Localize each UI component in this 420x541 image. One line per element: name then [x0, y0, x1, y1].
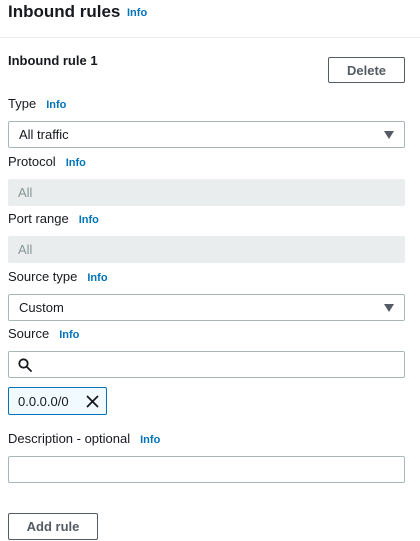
type-info-link[interactable]: Info	[46, 99, 66, 111]
type-select-value: All traffic	[19, 127, 69, 142]
port-range-label-row: Port range Info	[8, 211, 99, 226]
add-rule-button[interactable]: Add rule	[8, 513, 98, 540]
port-range-field: All	[8, 236, 405, 263]
description-input[interactable]	[8, 456, 405, 483]
type-label-row: Type Info	[8, 96, 66, 111]
source-type-label: Source type	[8, 269, 78, 284]
source-token-label: 0.0.0.0/0	[18, 393, 69, 409]
source-label: Source	[8, 326, 50, 341]
source-info-link[interactable]: Info	[59, 329, 79, 341]
section-title: Inbound rules	[8, 2, 121, 21]
description-label-row: Description - optional Info	[8, 431, 160, 446]
port-range-label: Port range	[8, 211, 69, 226]
source-type-label-row: Source type Info	[8, 269, 108, 284]
rule-title: Inbound rule 1	[8, 53, 98, 68]
source-type-info-link[interactable]: Info	[87, 272, 107, 284]
search-icon	[18, 358, 32, 372]
protocol-label-row: Protocol Info	[8, 154, 86, 169]
header-info-link[interactable]: Info	[127, 7, 147, 19]
section-header: Inbound rules Info	[0, 0, 420, 38]
port-range-info-link[interactable]: Info	[79, 214, 99, 226]
delete-button[interactable]: Delete	[328, 57, 405, 83]
caret-down-icon	[384, 304, 394, 312]
protocol-field: All	[8, 179, 405, 206]
protocol-value: All	[18, 185, 33, 200]
type-select[interactable]: All traffic	[8, 121, 405, 148]
protocol-info-link[interactable]: Info	[66, 157, 86, 169]
port-range-value: All	[18, 242, 33, 257]
source-label-row: Source Info	[8, 326, 79, 341]
source-search-input[interactable]	[8, 351, 405, 378]
source-type-select[interactable]: Custom	[8, 294, 405, 321]
type-label: Type	[8, 96, 37, 111]
description-info-link[interactable]: Info	[140, 434, 160, 446]
caret-down-icon	[384, 131, 394, 139]
protocol-label: Protocol	[8, 154, 56, 169]
close-icon[interactable]	[86, 395, 99, 408]
source-token: 0.0.0.0/0	[8, 387, 107, 415]
source-type-select-value: Custom	[19, 300, 64, 315]
description-label: Description - optional	[8, 431, 131, 446]
